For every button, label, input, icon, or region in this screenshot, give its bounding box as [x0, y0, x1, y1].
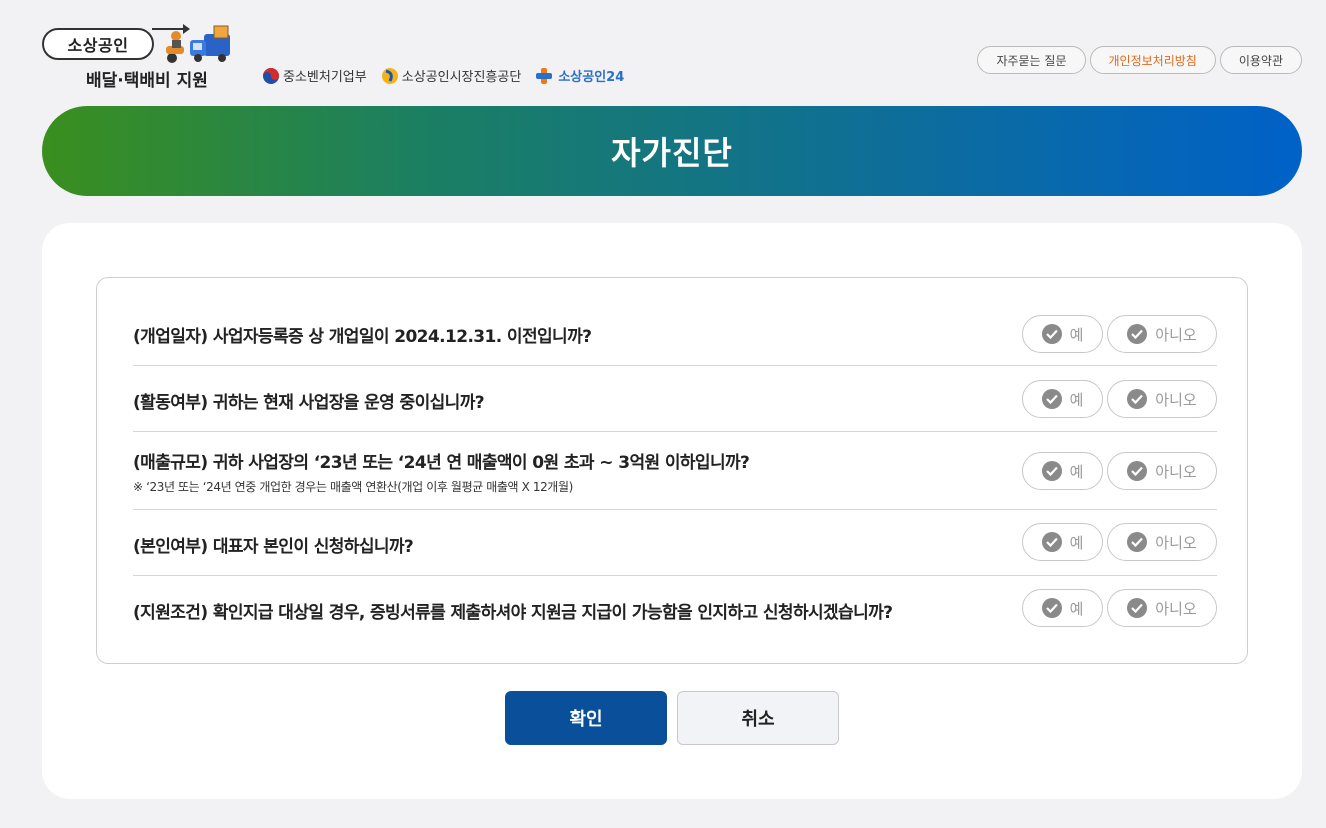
question-text: (지원조건) 확인지급 대상일 경우, 증빙서류를 제출하셔야 지원금 지급이 … — [133, 603, 893, 623]
page-banner: 자가진단 — [42, 106, 1302, 196]
check-icon — [1041, 389, 1062, 409]
answer-buttons: 예 아니오 — [1022, 589, 1217, 627]
no-button[interactable]: 아니오 — [1107, 523, 1217, 561]
taegeuk-icon — [263, 67, 279, 84]
cancel-button[interactable]: 취소 — [677, 691, 839, 745]
question-row: (매출규모) 귀하 사업장의 ‘23년 또는 ‘24년 연 매출액이 0원 초과… — [133, 432, 1217, 510]
no-label: 아니오 — [1155, 390, 1197, 409]
question-row: (지원조건) 확인지급 대상일 경우, 증빙서류를 제출하셔야 지원금 지급이 … — [133, 576, 1217, 642]
header: 소상공인 배달·택배비 지원 중소벤처기업부 소상공인시장진흥공단 소상공인24… — [0, 0, 1326, 100]
diagnosis-card: (개업일자) 사업자등록증 상 개업일이 2024.12.31. 이전입니까? … — [42, 223, 1302, 799]
answer-buttons: 예 아니오 — [1022, 315, 1217, 353]
yes-button[interactable]: 예 — [1022, 452, 1103, 490]
question-text: (활동여부) 귀하는 현재 사업장을 운영 중이십니까? — [133, 393, 485, 413]
confirm-button[interactable]: 확인 — [505, 691, 667, 745]
answer-buttons: 예 아니오 — [1022, 452, 1217, 490]
site-logo[interactable]: 소상공인 배달·택배비 지원 — [42, 24, 247, 96]
yes-label: 예 — [1069, 325, 1084, 344]
logo-top-label: 소상공인 — [42, 28, 154, 60]
check-icon — [1041, 461, 1062, 481]
question-row: (개업일자) 사업자등록증 상 개업일이 2024.12.31. 이전입니까? … — [133, 298, 1217, 366]
org-label: 중소벤처기업부 — [283, 70, 367, 85]
check-icon — [1041, 532, 1062, 552]
no-label: 아니오 — [1155, 462, 1197, 481]
org-label: 소상공인시장진흥공단 — [401, 70, 522, 85]
org-label: 소상공인24 — [558, 70, 625, 85]
delivery-truck-icon — [166, 25, 230, 63]
no-label: 아니오 — [1155, 599, 1197, 618]
org-mss[interactable]: 중소벤처기업부 — [262, 66, 367, 85]
terms-link[interactable]: 이용약관 — [1219, 46, 1302, 74]
question-text: (매출규모) 귀하 사업장의 ‘23년 또는 ‘24년 연 매출액이 0원 초과… — [133, 453, 750, 473]
no-button[interactable]: 아니오 — [1107, 315, 1217, 353]
no-button[interactable]: 아니오 — [1107, 589, 1217, 627]
question-text: (본인여부) 대표자 본인이 신청하십니까? — [133, 537, 414, 557]
yes-label: 예 — [1069, 599, 1084, 618]
privacy-policy-link[interactable]: 개인정보처리방침 — [1089, 46, 1216, 74]
org-sbiz24[interactable]: 소상공인24 — [535, 66, 624, 85]
yes-button[interactable]: 예 — [1022, 315, 1103, 353]
yes-label: 예 — [1069, 390, 1084, 409]
no-button[interactable]: 아니오 — [1107, 452, 1217, 490]
question-row: (활동여부) 귀하는 현재 사업장을 운영 중이십니까? 예 아니오 — [133, 366, 1217, 432]
form-actions: 확인 취소 — [505, 691, 839, 745]
check-icon — [1127, 532, 1148, 552]
yes-button[interactable]: 예 — [1022, 589, 1103, 627]
check-icon — [1127, 389, 1148, 409]
top-links: 자주묻는 질문 개인정보처리방침 이용약관 — [977, 46, 1302, 74]
answer-buttons: 예 아니오 — [1022, 523, 1217, 561]
question-note: ※ ‘23년 또는 ‘24년 연중 개업한 경우는 매출액 연환산(개업 이후 … — [133, 480, 573, 494]
check-icon — [1127, 324, 1148, 344]
check-icon — [1127, 598, 1148, 618]
faq-link[interactable]: 자주묻는 질문 — [977, 46, 1086, 74]
logo-subtitle: 배달·택배비 지원 — [86, 71, 208, 91]
partner-orgs: 중소벤처기업부 소상공인시장진흥공단 소상공인24 — [262, 66, 624, 85]
no-button[interactable]: 아니오 — [1107, 380, 1217, 418]
check-icon — [1127, 461, 1148, 481]
page-title: 자가진단 — [611, 134, 733, 172]
no-label: 아니오 — [1155, 325, 1197, 344]
yes-label: 예 — [1069, 533, 1084, 552]
org-semas[interactable]: 소상공인시장진흥공단 — [381, 66, 522, 85]
answer-buttons: 예 아니오 — [1022, 380, 1217, 418]
sbiz24-icon — [536, 67, 553, 84]
question-box: (개업일자) 사업자등록증 상 개업일이 2024.12.31. 이전입니까? … — [96, 277, 1248, 664]
yes-button[interactable]: 예 — [1022, 523, 1103, 561]
check-icon — [1041, 324, 1062, 344]
yes-label: 예 — [1069, 462, 1084, 481]
yes-button[interactable]: 예 — [1022, 380, 1103, 418]
question-row: (본인여부) 대표자 본인이 신청하십니까? 예 아니오 — [133, 510, 1217, 576]
question-text: (개업일자) 사업자등록증 상 개업일이 2024.12.31. 이전입니까? — [133, 327, 592, 347]
check-icon — [1041, 598, 1062, 618]
semas-icon — [381, 67, 398, 84]
no-label: 아니오 — [1155, 533, 1197, 552]
